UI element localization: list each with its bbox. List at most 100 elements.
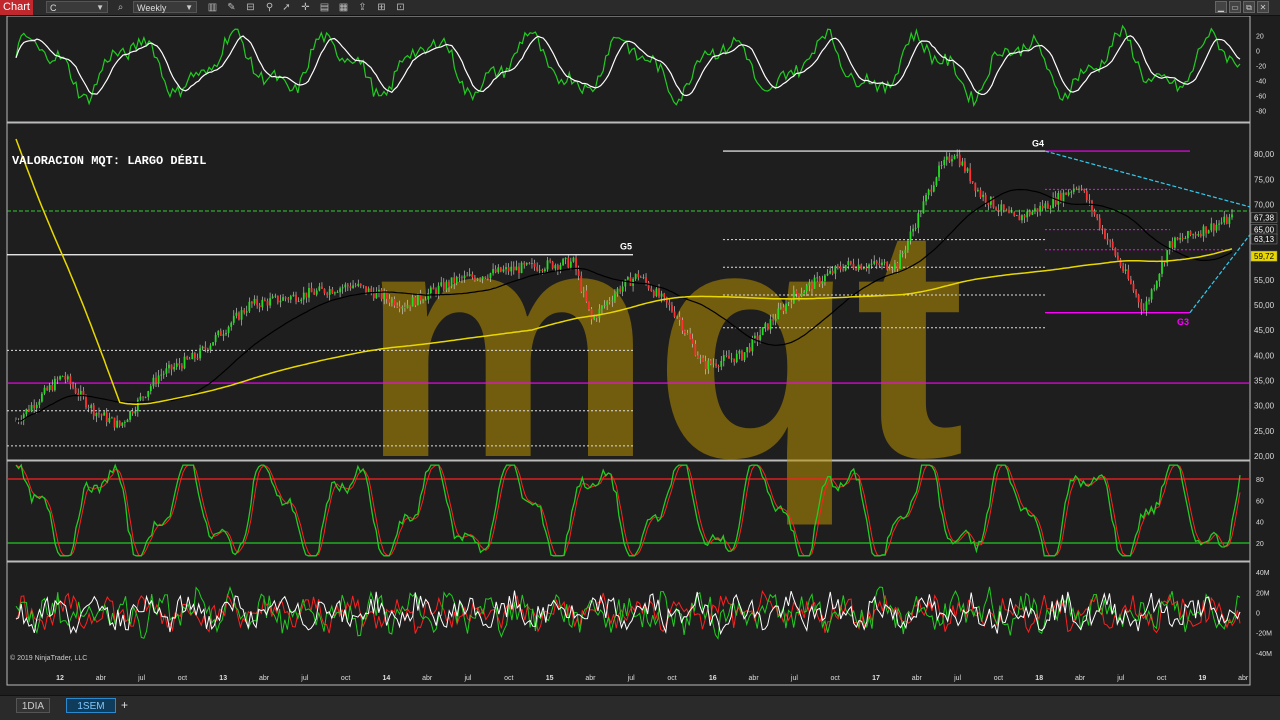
crosshair-icon[interactable]: ✛: [299, 1, 312, 14]
time-tick-label: 14: [383, 675, 391, 682]
candle-body: [748, 347, 751, 352]
candle-body: [779, 307, 782, 309]
search-icon[interactable]: ⌕: [114, 1, 127, 14]
candle-body: [1010, 212, 1013, 214]
minimize-icon[interactable]: ▁: [1215, 1, 1227, 13]
candle-body: [458, 277, 461, 278]
candle-body: [904, 250, 907, 253]
candle-body: [1140, 302, 1143, 310]
candle-body: [352, 285, 354, 289]
candle-body: [385, 292, 388, 299]
candle-body: [1163, 261, 1166, 264]
candle-body: [383, 292, 386, 299]
candle-body: [1205, 226, 1207, 234]
tab-1sem[interactable]: 1SEM: [66, 698, 116, 713]
candle-body: [178, 363, 181, 366]
strategy-icon[interactable]: ▦: [337, 1, 350, 14]
candle-body: [593, 316, 596, 320]
time-tick-label: 12: [56, 675, 64, 682]
templates-icon[interactable]: ⚲: [263, 1, 276, 14]
candle-body: [1132, 283, 1135, 291]
restore-icon[interactable]: ▭: [1229, 1, 1241, 13]
alert-icon[interactable]: ⊡: [394, 1, 407, 14]
candle-body: [1215, 224, 1218, 231]
candle-body: [1223, 216, 1226, 223]
analyzer-icon[interactable]: ⊞: [375, 1, 388, 14]
candle-body: [614, 294, 616, 301]
candle-body: [108, 417, 111, 423]
interval-selector[interactable]: Weekly ▼: [133, 1, 197, 13]
candle-body: [170, 364, 173, 370]
candle-body: [839, 266, 842, 270]
candle-body: [105, 412, 108, 423]
candle-body: [671, 305, 673, 312]
pointer-icon[interactable]: ➚: [280, 1, 293, 14]
time-tick-label: jul: [300, 675, 308, 682]
data-box-icon[interactable]: ▤: [318, 1, 331, 14]
maximize-icon[interactable]: ⧉: [1243, 1, 1255, 13]
candle-body: [48, 385, 51, 391]
candle-body: [365, 286, 367, 293]
candle-body: [940, 165, 943, 166]
candle-body: [359, 283, 362, 286]
volume-tick-label: -20M: [1256, 631, 1272, 638]
chart-tab[interactable]: Chart: [0, 0, 33, 15]
candle-body: [559, 265, 562, 270]
candle-body: [388, 298, 391, 303]
candle-body: [1044, 203, 1047, 209]
candle-body: [121, 422, 124, 426]
candle-body: [673, 311, 676, 317]
candle-body: [225, 332, 227, 335]
candle-body: [971, 181, 974, 183]
candle-body: [1228, 217, 1231, 224]
candle-body: [932, 185, 935, 192]
candle-body: [966, 168, 969, 172]
candle-body: [481, 276, 484, 280]
candle-body: [1207, 230, 1210, 234]
candle-body: [515, 266, 518, 271]
oscillator-tick-label: -40: [1256, 78, 1266, 85]
candle-body: [927, 189, 930, 196]
candle-body: [118, 420, 121, 426]
candle-body: [637, 273, 640, 278]
candle-body: [264, 299, 266, 301]
candle-body: [1171, 241, 1174, 248]
annotation-label: G5: [620, 242, 632, 252]
tab-1dia[interactable]: 1DIA: [16, 698, 50, 713]
candle-body: [811, 282, 813, 289]
candle-body: [497, 267, 500, 273]
candle-body: [186, 356, 189, 359]
candle-body: [144, 396, 147, 398]
share-icon[interactable]: ⇪: [356, 1, 369, 14]
candle-body: [1015, 215, 1018, 217]
time-tick-label: 18: [1035, 675, 1043, 682]
candle-body: [1192, 234, 1195, 236]
add-tab-button[interactable]: +: [117, 698, 132, 713]
candle-body: [212, 342, 214, 346]
candle-body: [844, 264, 847, 271]
candle-body: [647, 282, 650, 289]
candle-body: [792, 290, 795, 304]
draw-tool-icon[interactable]: ✎: [225, 1, 238, 14]
candle-body: [328, 289, 331, 295]
oscillator-tick-label: 20: [1256, 33, 1264, 40]
candle-body: [686, 332, 689, 334]
candle-body: [28, 408, 30, 412]
candle-body: [943, 159, 946, 166]
time-tick-label: jul: [1116, 675, 1124, 682]
properties-icon[interactable]: ⊟: [244, 1, 257, 14]
candle-body: [391, 299, 393, 303]
stochastic-tick-label: 60: [1256, 498, 1264, 505]
bar-style-icon[interactable]: ▥: [206, 1, 219, 14]
candle-body: [722, 355, 725, 361]
close-icon[interactable]: ✕: [1257, 1, 1269, 13]
candle-body: [868, 264, 870, 269]
time-tick-label: oct: [341, 675, 350, 682]
candle-body: [595, 316, 598, 319]
candle-body: [909, 231, 912, 241]
instrument-selector[interactable]: C ▼: [46, 1, 108, 13]
candle-body: [1114, 248, 1117, 256]
candle-body: [1000, 204, 1003, 211]
time-tick-label: oct: [994, 675, 1003, 682]
chart-canvas[interactable]: mqt G5G4G380,0075,0070,0065,0060,0055,00…: [0, 16, 1280, 695]
